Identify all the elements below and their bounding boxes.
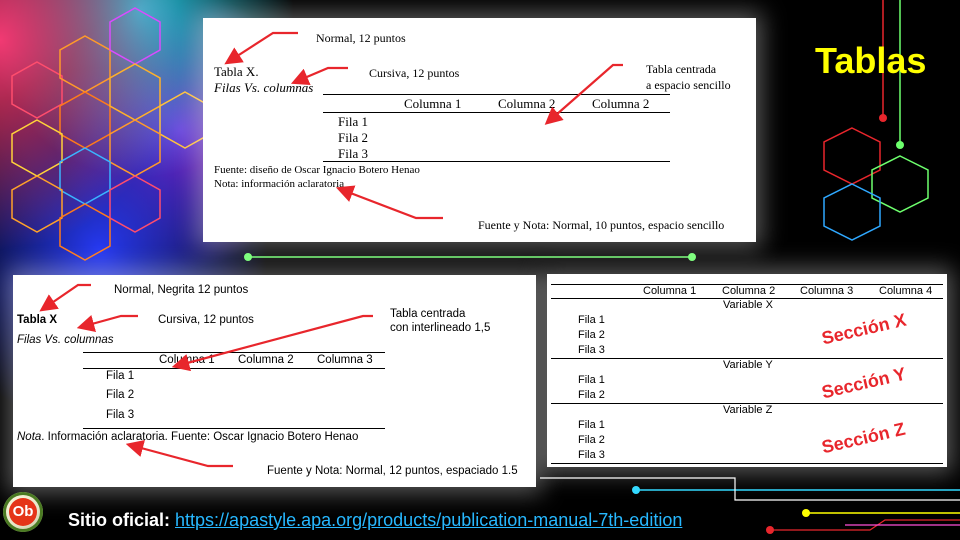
column-header: Columna 1 xyxy=(159,354,215,366)
column-header: Columna 2 xyxy=(592,96,650,111)
section-variable: Variable Z xyxy=(723,404,773,416)
section-variable: Variable Y xyxy=(723,359,773,371)
note-centrada-1: Tabla centrada xyxy=(390,308,466,320)
header-rule xyxy=(83,368,385,369)
row-label: Fila 1 xyxy=(578,374,605,386)
row-label: Fila 2 xyxy=(578,434,605,446)
table-top-rule xyxy=(83,352,385,353)
row-label: Fila 2 xyxy=(578,329,605,341)
annotation-arrows xyxy=(39,283,373,468)
table-bottom-rule xyxy=(323,161,670,162)
note-line: Nota. Información aclaratoria. Fuente: O… xyxy=(17,431,358,443)
note-line: Nota: información aclaratoria xyxy=(214,178,345,190)
column-header: Columna 4 xyxy=(879,285,933,297)
row-label: Fila 1 xyxy=(106,370,135,382)
column-header: Columna 2 xyxy=(722,285,776,297)
annotation-arrows xyxy=(224,31,623,220)
footer: Sitio oficial: https://apastyle.apa.org/… xyxy=(68,510,682,531)
table-example-panel-b: Normal, Negrita 12 puntos Tabla X Cursiv… xyxy=(13,275,536,487)
logo: Ob xyxy=(3,492,43,532)
source-line: Fuente: diseño de Oscar Ignacio Botero H… xyxy=(214,164,420,176)
row-label: Fila 2 xyxy=(106,389,135,401)
table-label: Tabla X. xyxy=(214,64,259,79)
column-header: Columna 2 xyxy=(238,354,294,366)
table-bottom-rule xyxy=(551,463,943,464)
row-label: Fila 3 xyxy=(338,146,368,161)
table-top-rule xyxy=(323,94,670,95)
header-rule xyxy=(323,112,670,113)
column-header: Columna 3 xyxy=(317,354,373,366)
table-subtitle: Filas Vs. columnas xyxy=(17,334,114,346)
row-label: Fila 2 xyxy=(578,389,605,401)
table-label: Tabla X xyxy=(17,314,58,326)
row-label: Fila 2 xyxy=(338,130,368,145)
section-label: Sección Y xyxy=(819,363,908,403)
section-label: Sección X xyxy=(819,309,909,349)
row-label: Fila 3 xyxy=(106,409,135,421)
note-cursiva: Cursiva, 12 puntos xyxy=(158,314,254,326)
row-label: Fila 1 xyxy=(578,419,605,431)
column-header: Columna 1 xyxy=(643,285,697,297)
section-variable: Variable X xyxy=(723,299,773,311)
column-header: Columna 1 xyxy=(404,96,462,111)
note-centrada-2: a espacio sencillo xyxy=(646,78,731,92)
row-label: Fila 3 xyxy=(578,344,605,356)
row-label: Fila 1 xyxy=(578,314,605,326)
table-example-panel-a: Normal, 12 puntos Tabla X. Cursiva, 12 p… xyxy=(203,18,756,242)
column-header: Columna 3 xyxy=(800,285,854,297)
table-bottom-rule xyxy=(83,428,385,429)
note-fuente-nota: Fuente y Nota: Normal, 10 puntos, espaci… xyxy=(478,218,725,232)
row-label: Fila 3 xyxy=(578,449,605,461)
section-label: Sección Z xyxy=(819,418,908,458)
note-normal: Normal, 12 puntos xyxy=(316,31,406,45)
note-normal-negrita: Normal, Negrita 12 puntos xyxy=(114,284,249,296)
note-fuente-nota: Fuente y Nota: Normal, 12 puntos, espaci… xyxy=(267,465,518,477)
slide-title: Tablas xyxy=(815,40,927,81)
table-example-panel-c: Columna 1 Columna 2 Columna 3 Columna 4 … xyxy=(547,274,947,467)
column-header: Columna 2 xyxy=(498,96,556,111)
note-centrada-1: Tabla centrada xyxy=(646,62,717,76)
logo-text: Ob xyxy=(9,498,37,526)
table-subtitle: Filas Vs. columnas xyxy=(214,80,314,95)
note-label: Nota xyxy=(17,431,42,443)
note-centrada-2: con interlineado 1,5 xyxy=(390,322,491,334)
note-text: . Información aclaratoria. Fuente: Oscar… xyxy=(41,431,359,443)
note-cursiva: Cursiva, 12 puntos xyxy=(369,66,460,80)
footer-label: Sitio oficial: xyxy=(68,510,171,530)
official-site-link[interactable]: https://apastyle.apa.org/products/public… xyxy=(175,510,682,530)
row-label: Fila 1 xyxy=(338,114,368,129)
